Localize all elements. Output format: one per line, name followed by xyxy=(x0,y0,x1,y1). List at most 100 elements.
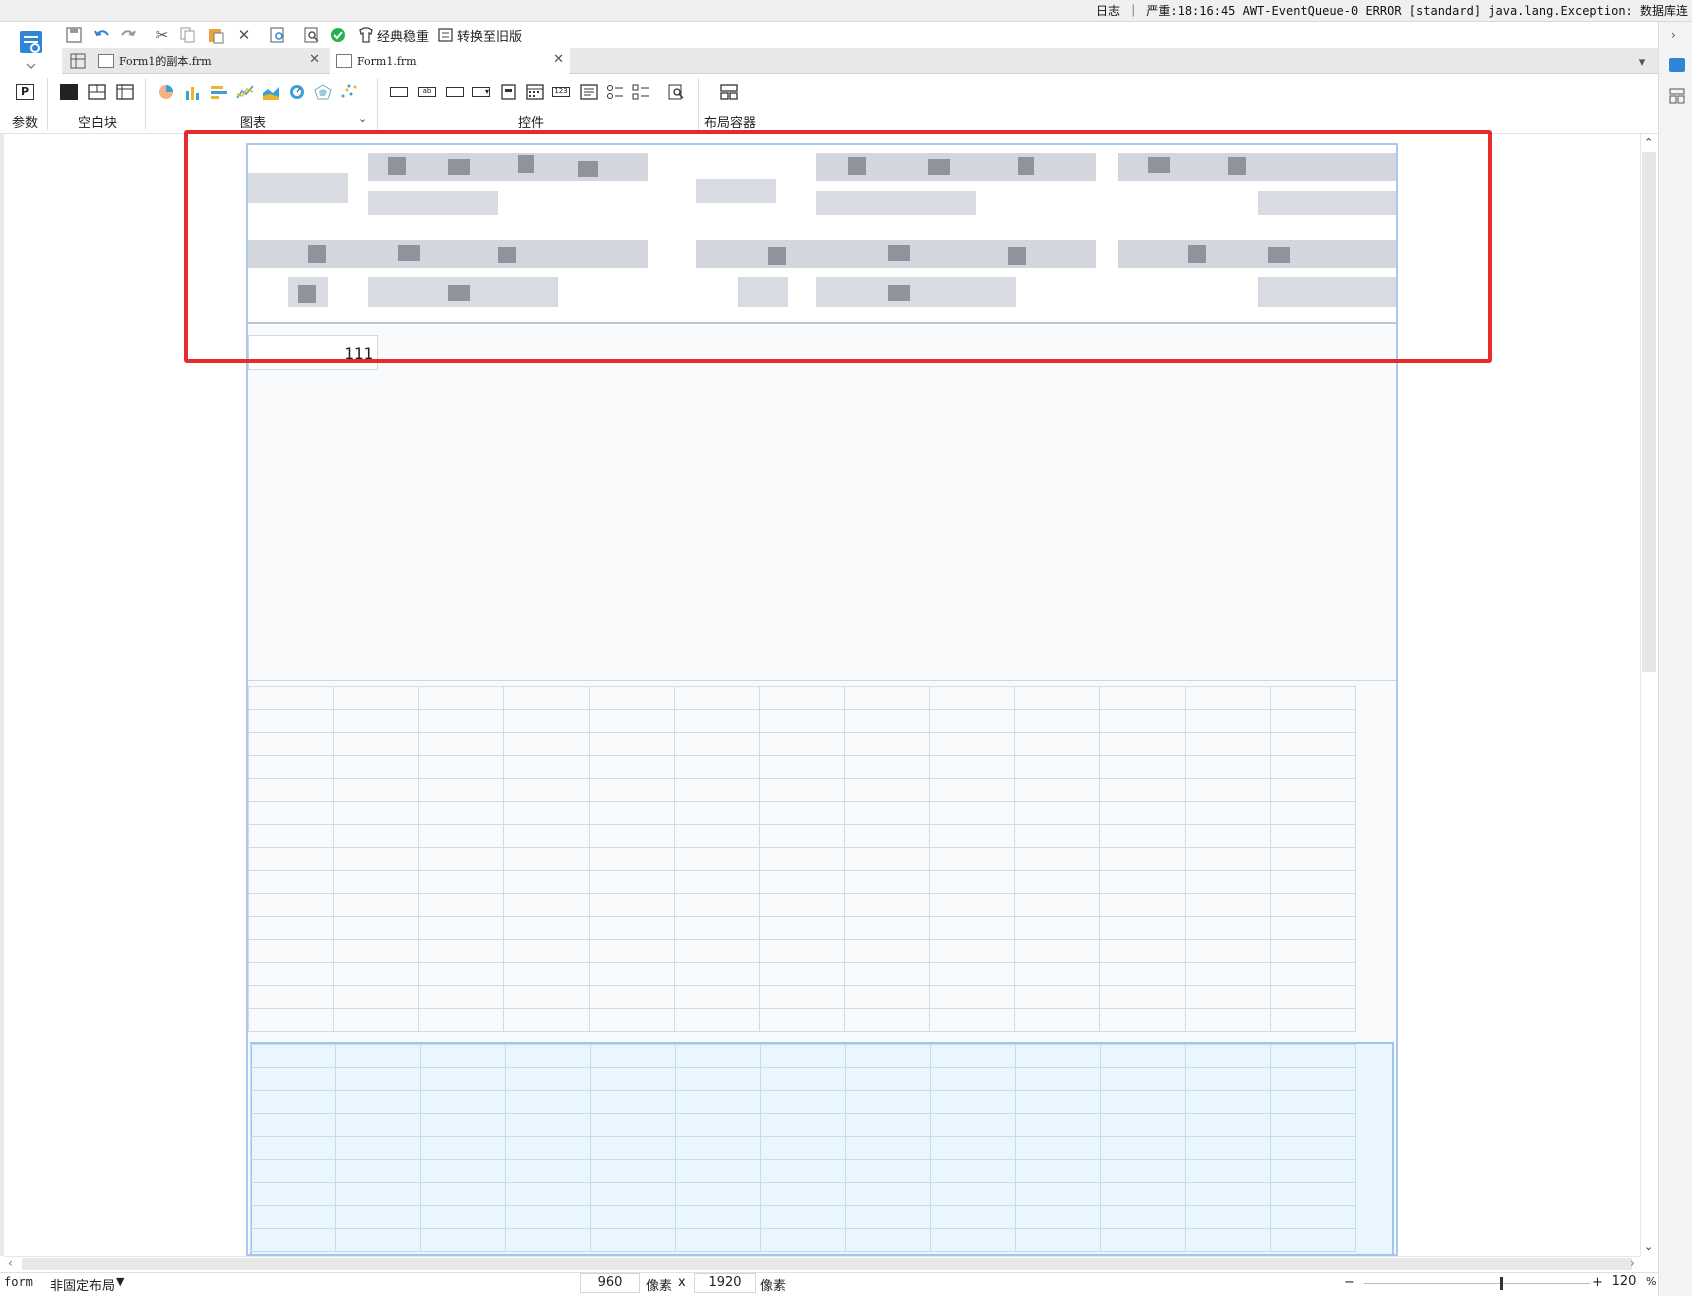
grid-cell[interactable] xyxy=(1014,962,1101,986)
grid-cell[interactable] xyxy=(418,893,505,917)
grid-cell[interactable] xyxy=(1014,686,1101,710)
grid-cell[interactable] xyxy=(1184,755,1271,779)
grid-cell[interactable] xyxy=(843,778,931,802)
grid-cell[interactable] xyxy=(1099,801,1186,825)
grid-cell[interactable] xyxy=(590,1159,676,1183)
grid-cell[interactable] xyxy=(929,916,1016,940)
grid-cell[interactable] xyxy=(673,916,760,940)
grid-cell[interactable] xyxy=(333,847,420,871)
grid-cell[interactable] xyxy=(335,1113,421,1137)
grid-cell[interactable] xyxy=(503,847,590,871)
scroll-left-icon[interactable]: ‹ xyxy=(8,1256,13,1270)
scatter-chart-icon[interactable] xyxy=(340,84,358,100)
grid-cell[interactable] xyxy=(1269,732,1357,756)
grid-cell[interactable] xyxy=(1185,1136,1271,1160)
grid-cell[interactable] xyxy=(760,1159,846,1183)
grid-cell[interactable] xyxy=(247,916,335,940)
grid-cell[interactable] xyxy=(929,939,1016,963)
grid-cell[interactable] xyxy=(247,686,335,710)
grid-cell[interactable] xyxy=(758,732,845,756)
grid-cell[interactable] xyxy=(250,1228,336,1252)
grid-cell[interactable] xyxy=(1184,893,1271,917)
grid-cell[interactable] xyxy=(1270,1205,1356,1229)
grid-cell[interactable] xyxy=(1014,732,1101,756)
grid-cell[interactable] xyxy=(758,778,845,802)
grid-cell[interactable] xyxy=(503,686,590,710)
grid-cell[interactable] xyxy=(247,985,335,1009)
grid-cell[interactable] xyxy=(675,1228,761,1252)
grid-cell[interactable] xyxy=(505,1205,591,1229)
grid-cell[interactable] xyxy=(335,1136,421,1160)
grid-cell[interactable] xyxy=(503,893,590,917)
grid-cell[interactable] xyxy=(758,847,845,871)
tab-form1[interactable]: Form1.frm ✕ xyxy=(330,48,570,74)
grid-cell[interactable] xyxy=(1184,916,1271,940)
chevron-down-icon[interactable]: ⌄ xyxy=(358,112,367,125)
grid-cell[interactable] xyxy=(1269,824,1357,848)
grid-cell[interactable] xyxy=(420,1136,506,1160)
classic-theme-button[interactable]: 经典稳重 xyxy=(377,26,429,45)
form-widget-icon[interactable] xyxy=(500,84,518,100)
check-circle-icon[interactable] xyxy=(328,25,348,45)
grid-cell[interactable] xyxy=(247,939,335,963)
grid-cell[interactable] xyxy=(420,1182,506,1206)
grid-cell[interactable] xyxy=(503,778,590,802)
grid-cell[interactable] xyxy=(335,1044,421,1068)
grid-cell[interactable] xyxy=(1270,1067,1356,1091)
grid-cell[interactable] xyxy=(673,962,760,986)
grid-cell[interactable] xyxy=(418,778,505,802)
grid-cell[interactable] xyxy=(1269,778,1357,802)
grid-cell[interactable] xyxy=(1270,1044,1356,1068)
grid-cell[interactable] xyxy=(503,801,590,825)
grid-cell[interactable] xyxy=(1270,1228,1356,1252)
grid-cell[interactable] xyxy=(1100,1136,1186,1160)
grid-cell[interactable] xyxy=(1269,939,1357,963)
grid-cell[interactable] xyxy=(1185,1205,1271,1229)
grid-cell[interactable] xyxy=(588,939,675,963)
grid-cell[interactable] xyxy=(1100,1159,1186,1183)
grid-cell[interactable] xyxy=(505,1090,591,1114)
grid-cell[interactable] xyxy=(590,1067,676,1091)
save-icon[interactable] xyxy=(64,25,84,45)
grid-cell[interactable] xyxy=(418,686,505,710)
grid-cell[interactable] xyxy=(247,709,335,733)
grid-cell[interactable] xyxy=(1014,870,1101,894)
grid-cell[interactable] xyxy=(843,686,931,710)
label-widget-icon[interactable] xyxy=(390,87,408,97)
grid-cell[interactable] xyxy=(1015,1113,1101,1137)
grid-cell[interactable] xyxy=(758,916,845,940)
grid-cell[interactable] xyxy=(1270,1113,1356,1137)
grid-cell[interactable] xyxy=(1270,1159,1356,1183)
convert-old-version-button[interactable]: 转换至旧版 xyxy=(457,26,522,45)
combobox-widget-icon[interactable]: ▾ xyxy=(472,87,490,97)
grid-cell[interactable] xyxy=(929,755,1016,779)
close-icon[interactable]: ✕ xyxy=(309,52,320,67)
grid-cell[interactable] xyxy=(758,870,845,894)
grid-cell[interactable] xyxy=(843,824,931,848)
grid-cell[interactable] xyxy=(930,1159,1016,1183)
grid-cell[interactable] xyxy=(590,1113,676,1137)
parameter-icon[interactable]: P xyxy=(16,84,34,100)
grid-cell[interactable] xyxy=(673,801,760,825)
checkbox-group-icon[interactable] xyxy=(632,84,650,100)
grid-cell[interactable] xyxy=(503,985,590,1009)
grid-cell[interactable] xyxy=(1269,870,1357,894)
grid-cell[interactable] xyxy=(418,985,505,1009)
grid-cell[interactable] xyxy=(760,1090,846,1114)
paste-icon[interactable] xyxy=(206,25,226,45)
grid-cell[interactable] xyxy=(335,1205,421,1229)
grid-cell[interactable] xyxy=(760,1205,846,1229)
grid-cell[interactable] xyxy=(843,1008,931,1032)
grid-cell[interactable] xyxy=(1185,1159,1271,1183)
grid-cell[interactable] xyxy=(247,893,335,917)
grid-cell[interactable] xyxy=(760,1044,846,1068)
grid-cell[interactable] xyxy=(333,755,420,779)
grid-cell[interactable] xyxy=(335,1090,421,1114)
grid-cell[interactable] xyxy=(673,778,760,802)
component-settings-icon[interactable] xyxy=(1669,88,1685,108)
grid-cell[interactable] xyxy=(1015,1090,1101,1114)
grid-cell[interactable] xyxy=(929,824,1016,848)
grid-cell[interactable] xyxy=(1100,1113,1186,1137)
grid-cell[interactable] xyxy=(420,1090,506,1114)
grid-cell[interactable] xyxy=(760,1228,846,1252)
